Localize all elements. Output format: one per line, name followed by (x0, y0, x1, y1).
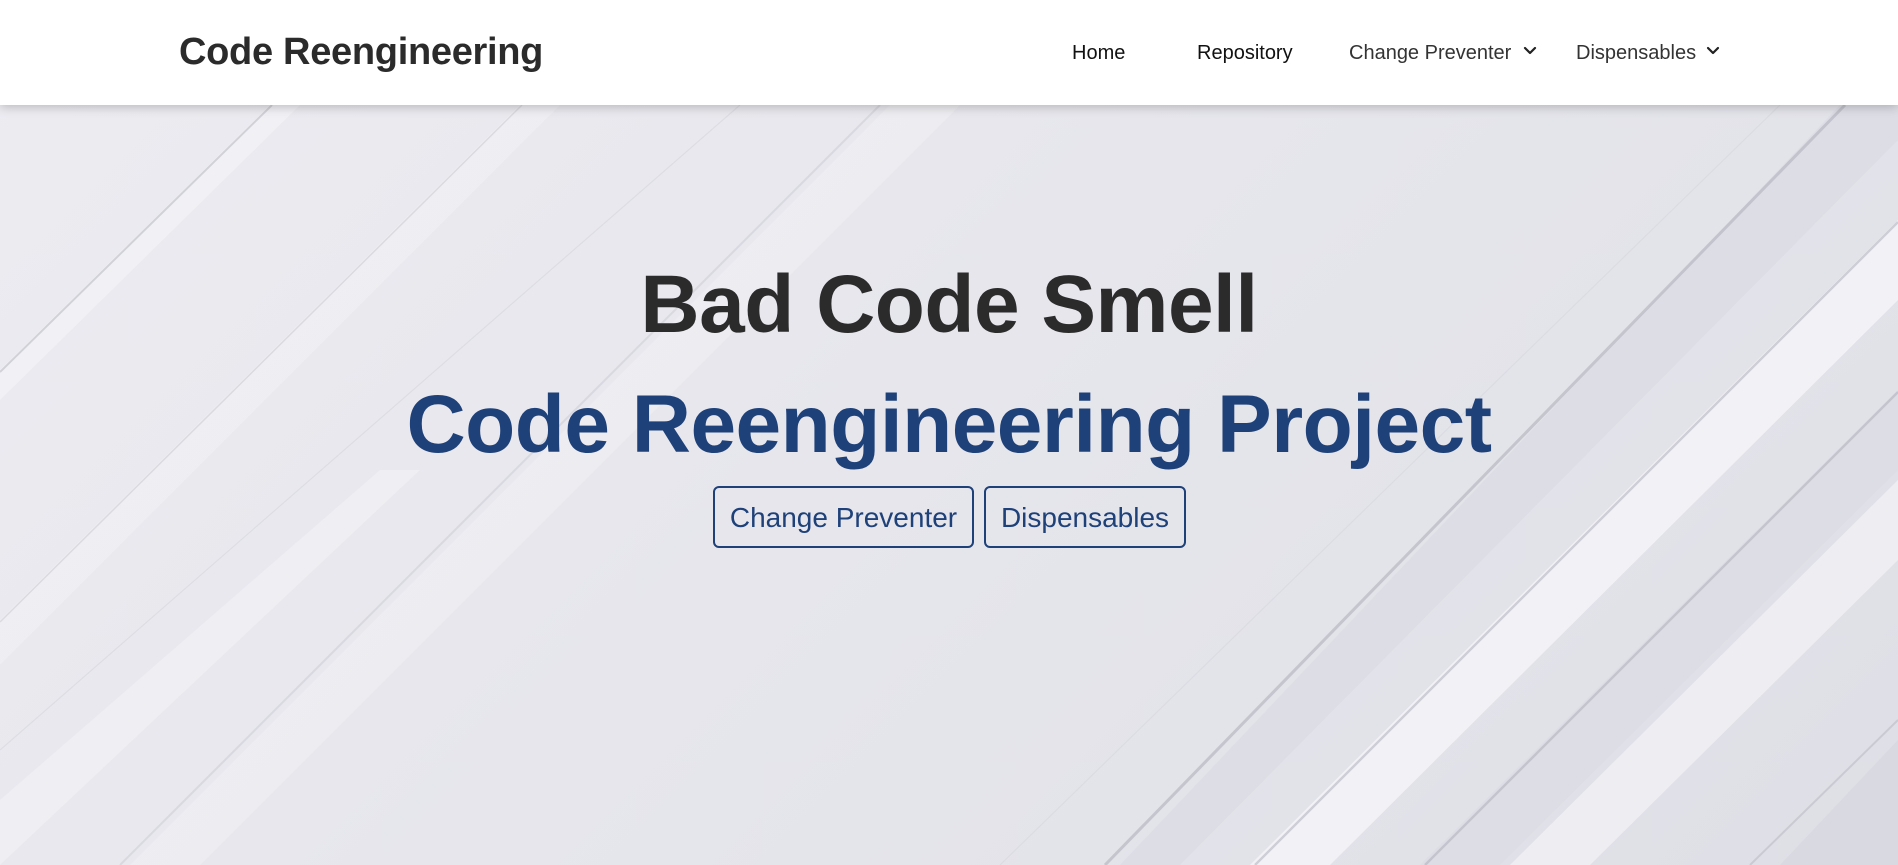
nav-home-link[interactable]: Home (1072, 42, 1125, 65)
chevron-down-icon[interactable] (1706, 44, 1720, 58)
chevron-down-icon[interactable] (1523, 44, 1537, 58)
nav-change-preventer-dropdown[interactable]: Change Preventer (1349, 42, 1511, 65)
dispensables-button[interactable]: Dispensables (984, 486, 1186, 548)
hero-title: Bad Code Smell (640, 259, 1258, 350)
brand-logo-text[interactable]: Code Reengineering (179, 31, 543, 74)
hero-subtitle: Code Reengineering Project (406, 379, 1492, 470)
change-preventer-button[interactable]: Change Preventer (713, 486, 974, 548)
nav-repository-link[interactable]: Repository (1197, 42, 1293, 65)
top-navbar: Code Reengineering Home Repository Chang… (0, 0, 1898, 105)
nav-dispensables-dropdown[interactable]: Dispensables (1576, 42, 1696, 65)
